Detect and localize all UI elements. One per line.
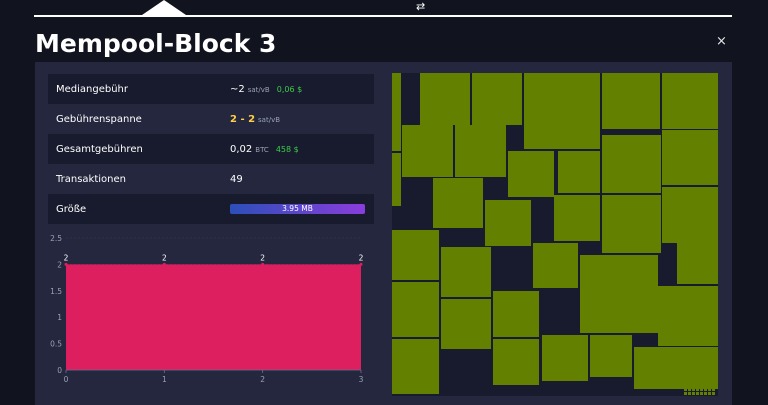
- stats-row-size: Größe 3.95 MB: [48, 194, 374, 224]
- transaction-tile[interactable]: [420, 73, 470, 125]
- transaction-tile[interactable]: [455, 125, 506, 177]
- total-fees-label: Gesamtgebühren: [56, 143, 143, 155]
- data-label: 2: [162, 253, 167, 262]
- transaction-tile[interactable]: [392, 282, 439, 337]
- transaction-tile[interactable]: [634, 347, 676, 389]
- x-tick-label: 1: [162, 375, 167, 384]
- fee-distribution-chart-svg: 00.511.522.52 2 2 20 1 2 3: [50, 234, 364, 384]
- transaction-tile[interactable]: [441, 299, 491, 349]
- fee-span-value: 2 - 2: [230, 113, 256, 125]
- transaction-tile[interactable]: [472, 73, 522, 125]
- y-tick-label: 0: [57, 366, 62, 375]
- transaction-tile-small[interactable]: [700, 388, 703, 391]
- x-tick-label: 3: [359, 375, 364, 384]
- median-fee-unit: sat/vB: [247, 85, 270, 94]
- transaction-tile[interactable]: [392, 73, 401, 151]
- x-tick-label: 2: [260, 375, 265, 384]
- y-tick-label: 1.5: [50, 287, 62, 296]
- transaction-tile[interactable]: [658, 286, 718, 346]
- data-point: [359, 262, 363, 266]
- median-fee-fiat: 0,06 $: [276, 84, 303, 94]
- data-point: [162, 262, 166, 266]
- transaction-tile-small[interactable]: [688, 388, 691, 391]
- transaction-tile[interactable]: [392, 230, 439, 280]
- median-fee-value: ~2: [230, 83, 245, 95]
- transaction-tile-small[interactable]: [688, 392, 691, 395]
- y-tick-label: 1: [57, 313, 62, 322]
- transaction-tile[interactable]: [542, 335, 588, 381]
- transaction-tile[interactable]: [602, 73, 660, 129]
- transaction-tile[interactable]: [676, 347, 718, 389]
- transaction-tile-small[interactable]: [684, 388, 687, 391]
- fee-distribution-chart: 0 0.5 1 1.5 2 2.5 2 2 2 2 0 1 2 3: [35, 230, 380, 405]
- total-fees-value: 0,02: [230, 143, 253, 155]
- transaction-tile[interactable]: [554, 195, 600, 241]
- transaction-tile-small[interactable]: [708, 392, 711, 395]
- transaction-tile[interactable]: [662, 73, 718, 129]
- data-label: 2: [64, 253, 69, 262]
- fee-area-series: [66, 264, 361, 370]
- transactions-value: 49: [230, 173, 243, 185]
- transaction-tile-small[interactable]: [692, 388, 695, 391]
- size-label: Größe: [56, 203, 87, 215]
- transaction-tile[interactable]: [558, 151, 600, 193]
- page-title: Mempool-Block 3: [35, 29, 277, 58]
- transaction-tile[interactable]: [508, 151, 554, 197]
- transaction-tile-small[interactable]: [704, 392, 707, 395]
- transaction-tile[interactable]: [662, 130, 718, 185]
- fee-span-unit: sat/vB: [258, 115, 281, 124]
- transaction-tile[interactable]: [602, 135, 661, 193]
- transaction-tile-small[interactable]: [704, 388, 707, 391]
- stats-row-total-fees: Gesamtgebühren 0,02 BTC 458 $: [48, 134, 374, 164]
- y-tick-label: 0.5: [50, 340, 62, 349]
- total-fees-unit: BTC: [255, 145, 269, 154]
- transaction-tile[interactable]: [524, 73, 600, 149]
- block-details-panel: Mediangebühr ~2 sat/vB 0,06 $ Gebührensp…: [35, 62, 732, 405]
- data-label: 2: [359, 253, 364, 262]
- navigation-divider: [34, 15, 732, 17]
- stats-row-median-fee: Mediangebühr ~2 sat/vB 0,06 $: [48, 74, 374, 104]
- y-tick-label: 2.5: [50, 234, 62, 243]
- stats-row-fee-span: Gebührenspanne 2 - 2 sat/vB: [48, 104, 374, 134]
- transaction-tile-small[interactable]: [712, 392, 715, 395]
- transactions-label: Transaktionen: [56, 173, 126, 185]
- transaction-tile[interactable]: [433, 178, 483, 228]
- stats-row-transactions: Transaktionen 49: [48, 164, 374, 194]
- transaction-tile[interactable]: [602, 195, 661, 253]
- transaction-tile[interactable]: [392, 339, 439, 394]
- transaction-tile[interactable]: [533, 243, 578, 288]
- y-tick-label: 2: [57, 260, 62, 269]
- transaction-tile[interactable]: [677, 243, 718, 284]
- transaction-tile-small[interactable]: [696, 392, 699, 395]
- transaction-tile-small[interactable]: [708, 388, 711, 391]
- fee-span-label: Gebührenspanne: [56, 113, 142, 125]
- transaction-tile[interactable]: [590, 335, 632, 377]
- transaction-tile-small[interactable]: [696, 388, 699, 391]
- data-point: [64, 262, 68, 266]
- transaction-tile-small[interactable]: [712, 388, 715, 391]
- data-label: 2: [260, 253, 265, 262]
- block-transactions-treemap[interactable]: [392, 73, 718, 396]
- transaction-tile[interactable]: [392, 153, 401, 206]
- transaction-tile-small[interactable]: [700, 392, 703, 395]
- swap-direction-icon[interactable]: ⇄: [416, 0, 425, 13]
- close-icon[interactable]: ×: [716, 34, 727, 49]
- selected-block-pointer: [142, 0, 186, 15]
- stats-table: Mediangebühr ~2 sat/vB 0,06 $ Gebührensp…: [48, 74, 374, 224]
- transaction-tile[interactable]: [493, 291, 539, 337]
- total-fees-fiat: 458 $: [275, 144, 299, 154]
- size-progress-bar: 3.95 MB: [230, 204, 365, 214]
- transaction-tile[interactable]: [441, 247, 491, 297]
- transaction-tile[interactable]: [662, 187, 718, 243]
- transaction-tile[interactable]: [402, 125, 453, 177]
- data-point: [261, 262, 265, 266]
- transaction-tile-small[interactable]: [684, 392, 687, 395]
- transaction-tile[interactable]: [485, 200, 531, 246]
- block-navigation-bar: ⇄: [34, 0, 732, 18]
- transaction-tile[interactable]: [493, 339, 539, 385]
- transaction-tile[interactable]: [580, 255, 658, 333]
- median-fee-label: Mediangebühr: [56, 83, 129, 95]
- transaction-tile-small[interactable]: [692, 392, 695, 395]
- x-tick-label: 0: [64, 375, 69, 384]
